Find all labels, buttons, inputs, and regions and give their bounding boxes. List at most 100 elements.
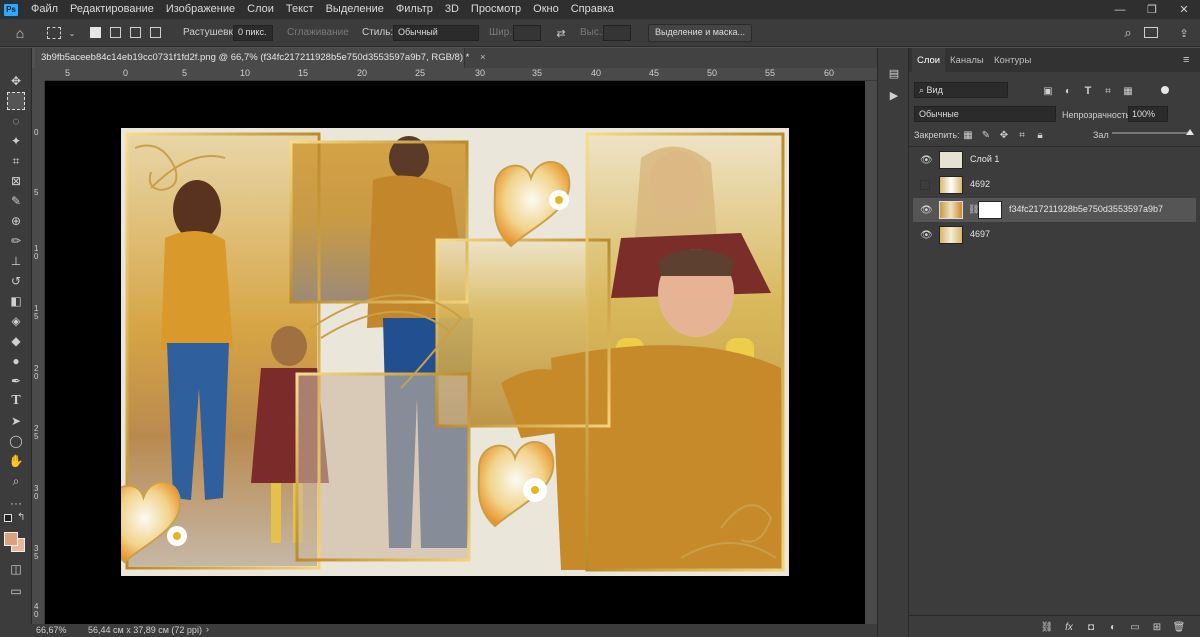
filter-type-icon[interactable]: T xyxy=(1081,84,1095,98)
fill-slider-thumb[interactable] xyxy=(1186,129,1194,135)
tab-channels[interactable]: Каналы xyxy=(945,48,989,72)
dodge-tool-icon[interactable]: ● xyxy=(7,352,25,370)
lock-position-icon[interactable]: ✥ xyxy=(997,128,1011,142)
zoom-tool-icon[interactable]: ⌕ xyxy=(7,472,25,490)
adjustment-layer-icon[interactable]: ◐ xyxy=(1106,620,1120,634)
filter-toggle-icon[interactable] xyxy=(1161,86,1169,94)
home-icon[interactable]: ⌂ xyxy=(12,25,28,41)
layer-row[interactable]: 👁︎ 4697 xyxy=(913,223,1196,247)
paint-bucket-tool-icon[interactable]: ◈ xyxy=(7,312,25,330)
document-tab[interactable]: 3b9fb5aceeb84c14eb19cc0731f1fd2f.png @ 6… xyxy=(35,48,486,68)
photoshop-logo[interactable]: Ps xyxy=(3,2,19,17)
restore-icon[interactable]: ❐ xyxy=(1136,0,1168,19)
path-selection-tool-icon[interactable]: ➤ xyxy=(7,412,25,430)
feather-input[interactable]: 0 пикс. xyxy=(233,25,273,41)
layer-name[interactable]: f34fc217211928b5e750d3553597a9b7 xyxy=(1009,204,1163,214)
select-and-mask-button[interactable]: Выделение и маска... xyxy=(648,24,753,42)
visibility-eye-icon[interactable]: 👁︎ xyxy=(920,205,933,216)
lock-transparency-icon[interactable]: ▦ xyxy=(961,128,975,142)
intersect-selection-icon[interactable] xyxy=(150,27,161,38)
layer-row[interactable]: 👁︎ Слой 1 xyxy=(913,148,1196,172)
workspace-icon[interactable] xyxy=(1144,27,1158,38)
eyedropper-tool-icon[interactable]: ✎ xyxy=(7,192,25,210)
close-icon[interactable]: ✕ xyxy=(1168,0,1200,19)
layer-row[interactable]: 4692 xyxy=(913,173,1196,197)
tab-layers[interactable]: Слои xyxy=(912,48,946,72)
visibility-eye-icon[interactable]: 👁︎ xyxy=(920,155,933,166)
swap-icon[interactable]: ⇄ xyxy=(553,25,569,41)
new-selection-icon[interactable] xyxy=(90,27,101,38)
lasso-tool-icon[interactable]: ◌ xyxy=(7,112,25,130)
foreground-color-swatch[interactable] xyxy=(4,532,18,546)
menu-file[interactable]: Файл xyxy=(25,0,64,19)
clone-stamp-tool-icon[interactable]: ⊥ xyxy=(7,252,25,270)
menu-3d[interactable]: 3D xyxy=(439,0,465,19)
status-menu-arrow[interactable]: › xyxy=(206,624,209,634)
eraser-tool-icon[interactable]: ◧ xyxy=(7,292,25,310)
menu-view[interactable]: Просмотр xyxy=(465,0,527,19)
new-group-icon[interactable]: ▭ xyxy=(1128,620,1142,634)
marquee-tool-preset-icon[interactable] xyxy=(47,27,61,39)
magic-wand-tool-icon[interactable]: ✦ xyxy=(7,132,25,150)
new-layer-icon[interactable]: ⊞ xyxy=(1150,620,1164,634)
default-colors-icon[interactable] xyxy=(4,514,12,522)
type-tool-icon[interactable]: T xyxy=(7,392,25,410)
screen-mode-icon[interactable]: ▭ xyxy=(7,582,25,600)
healing-brush-tool-icon[interactable]: ⊕ xyxy=(7,212,25,230)
menu-window[interactable]: Окно xyxy=(527,0,565,19)
panel-menu-icon[interactable]: ≡ xyxy=(1183,54,1189,66)
ellipse-tool-icon[interactable]: ◯ xyxy=(7,432,25,450)
zoom-level[interactable]: 66,67% xyxy=(36,625,67,635)
tab-paths[interactable]: Контуры xyxy=(989,48,1036,72)
blur-tool-icon[interactable]: ◆ xyxy=(7,332,25,350)
quick-mask-icon[interactable]: ◫ xyxy=(7,560,25,578)
move-tool-icon[interactable]: ✥ xyxy=(7,72,25,90)
menu-edit[interactable]: Редактирование xyxy=(64,0,160,19)
history-panel-icon[interactable]: ▤ xyxy=(887,66,901,80)
tab-close-icon[interactable]: × xyxy=(480,52,486,63)
brush-tool-icon[interactable]: ✏ xyxy=(7,232,25,250)
layer-mask-thumbnail[interactable] xyxy=(978,201,1002,219)
menu-select[interactable]: Выделение xyxy=(320,0,390,19)
lock-pixels-icon[interactable]: ✎ xyxy=(979,128,993,142)
fx-icon[interactable]: fx xyxy=(1062,620,1076,634)
more-tools-icon[interactable]: ··· xyxy=(7,494,25,512)
blend-mode-select[interactable]: Обычные xyxy=(914,106,1056,122)
menu-help[interactable]: Справка xyxy=(565,0,620,19)
hand-tool-icon[interactable]: ✋ xyxy=(7,452,25,470)
trash-icon[interactable]: 🗑︎ xyxy=(1172,620,1186,634)
frame-tool-icon[interactable]: ⊠ xyxy=(7,172,25,190)
menu-filter[interactable]: Фильтр xyxy=(390,0,439,19)
minimize-icon[interactable]: — xyxy=(1104,0,1136,19)
pen-tool-icon[interactable]: ✒ xyxy=(7,372,25,390)
swap-colors-icon[interactable]: ↰ xyxy=(17,512,25,523)
history-brush-tool-icon[interactable]: ↺ xyxy=(7,272,25,290)
menu-image[interactable]: Изображение xyxy=(160,0,241,19)
chevron-down-icon[interactable]: ⌄ xyxy=(64,25,80,41)
share-icon[interactable]: ⇪ xyxy=(1176,25,1192,41)
layer-name[interactable]: 4697 xyxy=(970,229,990,239)
menu-type[interactable]: Текст xyxy=(280,0,320,19)
add-mask-icon[interactable]: ◘ xyxy=(1084,620,1098,634)
crop-tool-icon[interactable]: ⌗ xyxy=(7,152,25,170)
opacity-input[interactable]: 100% xyxy=(1128,106,1168,122)
collage-artwork[interactable] xyxy=(121,128,789,576)
rectangular-marquee-tool-icon[interactable] xyxy=(7,92,25,110)
filter-smart-object-icon[interactable]: ▦ xyxy=(1121,84,1135,98)
layer-row-selected[interactable]: 👁︎ ⛓︎ f34fc217211928b5e750d3553597a9b7 xyxy=(913,198,1196,222)
actions-play-icon[interactable]: ▶ xyxy=(887,88,901,102)
filter-pixel-icon[interactable]: ▣ xyxy=(1041,84,1055,98)
search-icon[interactable]: ⌕ xyxy=(1120,25,1136,41)
lock-artboard-icon[interactable]: ⌗ xyxy=(1015,128,1029,142)
visibility-eye-icon[interactable]: 👁︎ xyxy=(920,230,933,241)
subtract-from-selection-icon[interactable] xyxy=(130,27,141,38)
add-to-selection-icon[interactable] xyxy=(110,27,121,38)
layer-name[interactable]: 4692 xyxy=(970,179,990,189)
filter-adjustment-icon[interactable]: ◐ xyxy=(1061,84,1075,98)
filter-shape-icon[interactable]: ⌗ xyxy=(1101,84,1115,98)
layer-filter-select[interactable]: ⌕ Вид xyxy=(914,82,1008,98)
style-select[interactable]: Обычный xyxy=(393,25,479,41)
visibility-off-icon[interactable] xyxy=(920,180,930,190)
menu-layers[interactable]: Слои xyxy=(241,0,280,19)
width-input[interactable] xyxy=(513,25,541,41)
